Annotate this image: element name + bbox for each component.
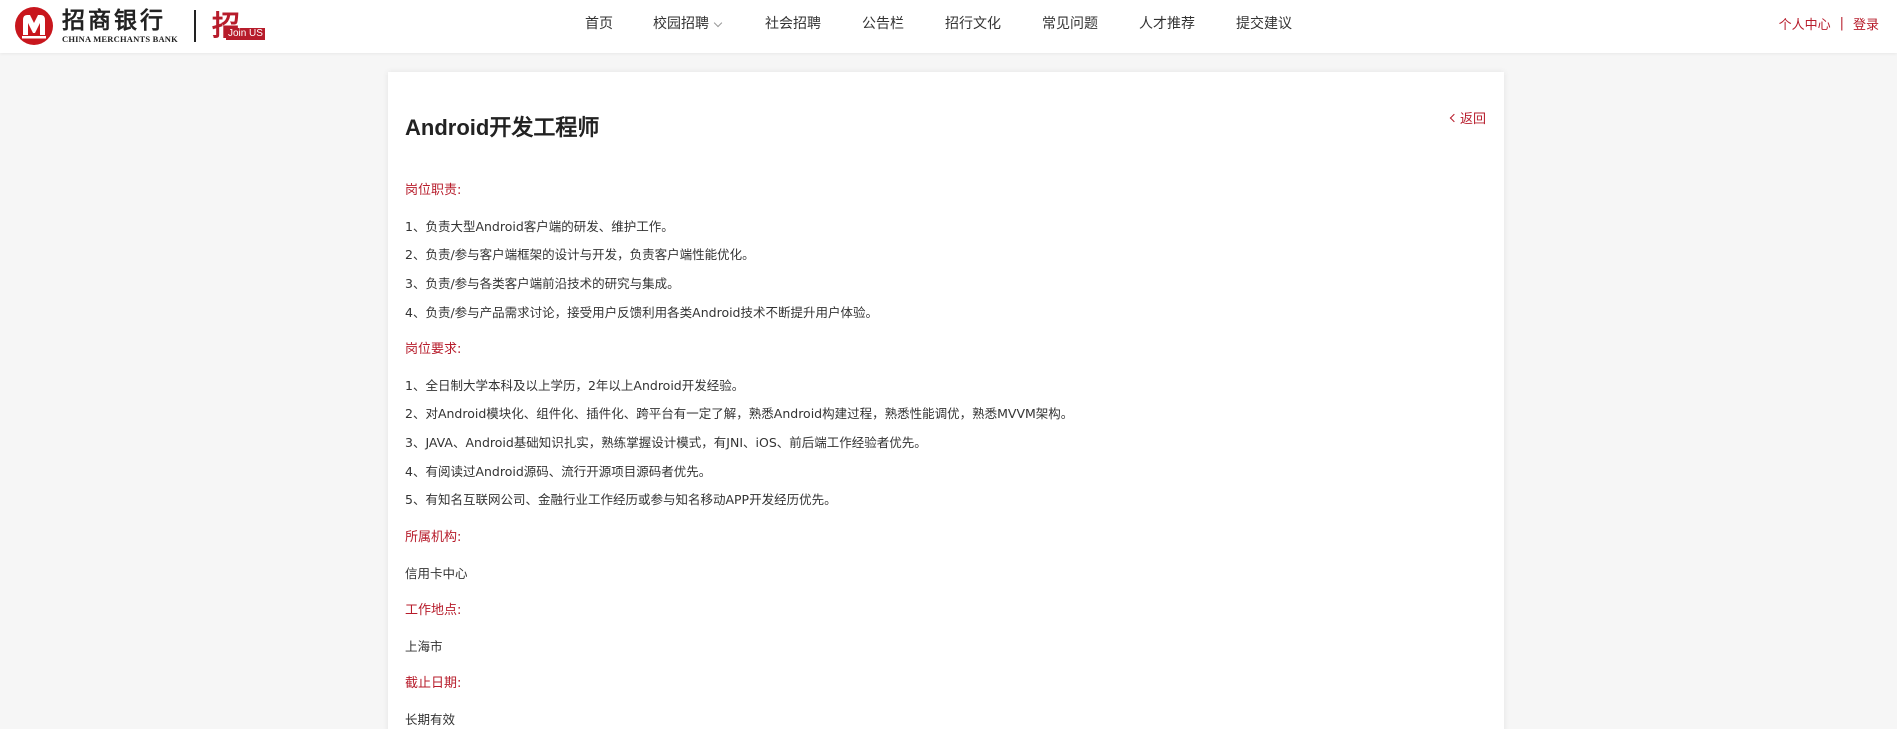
top-navigation-bar: 招商银行 CHINA MERCHANTS BANK 招 Join US 首页 校…	[0, 0, 1897, 53]
bank-name-en: CHINA MERCHANTS BANK	[62, 34, 178, 44]
user-links: 个人中心 | 登录	[1779, 14, 1879, 33]
join-us-logo: 招 Join US	[210, 8, 266, 44]
section-title: 工作地点:	[405, 603, 462, 618]
nav-item-talent-referral[interactable]: 人才推荐	[1139, 0, 1195, 48]
section-title: 所属机构:	[405, 530, 462, 545]
logo-divider	[193, 10, 196, 42]
nav-item-label: 首页	[585, 16, 613, 32]
nav-item-campus-recruit[interactable]: 校园招聘	[653, 0, 723, 48]
bank-name-cn: 招商银行	[62, 7, 166, 34]
nav-item-social-recruit[interactable]: 社会招聘	[765, 0, 821, 48]
brand-logo-area[interactable]: 招商银行 CHINA MERCHANTS BANK 招 Join US	[14, 5, 266, 47]
nav-item-label: 校园招聘	[653, 16, 709, 32]
section-title: 截止日期:	[405, 676, 462, 691]
bank-name: 招商银行 CHINA MERCHANTS BANK	[62, 7, 178, 45]
list-item: 3、JAVA、Android基础知识扎实，熟练掌握设计模式，有JNI、iOS、前…	[405, 435, 927, 450]
main-nav: 首页 校园招聘 社会招聘 公告栏 招行文化 常见问题 人才推荐 提交建议	[570, 0, 1292, 48]
list-item: 2、对Android模块化、组件化、插件化、跨平台有一定了解，熟悉Android…	[405, 406, 1074, 421]
chevron-left-icon	[1449, 113, 1459, 123]
organization-value: 信用卡中心	[405, 566, 468, 581]
nav-item-label: 招行文化	[945, 16, 1001, 32]
section-responsibilities: 岗位职责:	[405, 179, 461, 198]
job-title: Android开发工程师	[405, 115, 600, 140]
nav-item-label: 公告栏	[862, 16, 904, 32]
list-item: 1、负责大型Android客户端的研发、维护工作。	[405, 219, 674, 234]
nav-item-label: 常见问题	[1042, 16, 1098, 32]
nav-item-home[interactable]: 首页	[585, 0, 613, 48]
back-label: 返回	[1459, 112, 1486, 127]
list-item: 1、全日制大学本科及以上学历，2年以上Android开发经验。	[405, 378, 745, 393]
section-requirements: 岗位要求:	[405, 338, 461, 357]
list-item: 4、负责/参与产品需求讨论，接受用户反馈利用各类Android技术不断提升用户体…	[405, 305, 878, 320]
section-title: 岗位职责:	[405, 183, 462, 198]
login-link[interactable]: 登录	[1853, 14, 1879, 33]
nav-item-faq[interactable]: 常见问题	[1042, 0, 1098, 48]
location-value: 上海市	[405, 639, 443, 654]
section-organization: 所属机构:	[405, 526, 461, 545]
back-link[interactable]: 返回	[1449, 108, 1486, 127]
nav-item-label: 人才推荐	[1139, 16, 1195, 32]
list-item: 5、有知名互联网公司、金融行业工作经历或参与知名移动APP开发经历优先。	[405, 492, 837, 507]
nav-item-label: 提交建议	[1236, 16, 1292, 32]
join-us-small-text: Join US	[225, 28, 265, 40]
job-detail-card: Android开发工程师 返回 岗位职责: 1、负责大型Android客户端的研…	[388, 72, 1504, 729]
nav-item-label: 社会招聘	[765, 16, 821, 32]
list-item: 4、有阅读过Android源码、流行开源项目源码者优先。	[405, 464, 712, 479]
nav-item-bulletin[interactable]: 公告栏	[862, 0, 904, 48]
list-item: 2、负责/参与客户端框架的设计与开发，负责客户端性能优化。	[405, 247, 755, 262]
cmb-logo-icon	[14, 6, 54, 46]
list-item: 3、负责/参与各类客户端前沿技术的研究与集成。	[405, 276, 680, 291]
section-deadline: 截止日期:	[405, 672, 461, 691]
user-links-separator: |	[1839, 16, 1844, 31]
nav-item-culture[interactable]: 招行文化	[945, 0, 1001, 48]
personal-center-link[interactable]: 个人中心	[1779, 14, 1831, 33]
section-location: 工作地点:	[405, 599, 461, 618]
chevron-down-icon	[713, 18, 723, 27]
section-title: 岗位要求:	[405, 342, 462, 357]
nav-item-suggestion[interactable]: 提交建议	[1236, 0, 1292, 48]
deadline-value: 长期有效	[405, 712, 456, 727]
